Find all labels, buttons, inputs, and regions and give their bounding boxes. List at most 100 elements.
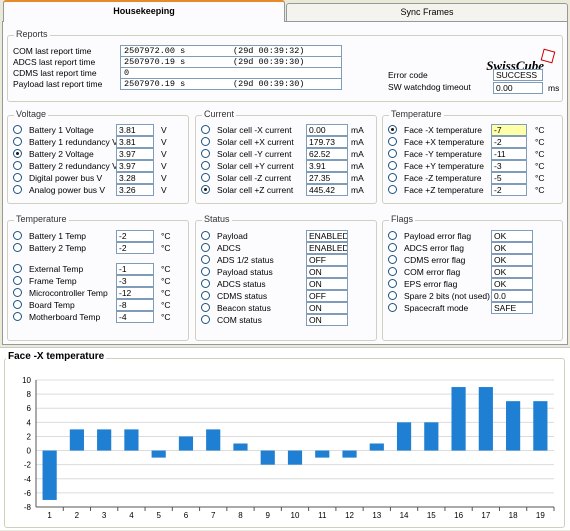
radio-button[interactable] (201, 303, 210, 312)
voltage-row[interactable]: Battery 2 redundancy V 3.97 V (8, 160, 188, 172)
radio-button[interactable] (388, 173, 397, 182)
radio-button[interactable] (201, 315, 210, 324)
value-field[interactable]: OK (491, 230, 533, 242)
radio-button[interactable] (388, 267, 397, 276)
temperature-faces-row[interactable]: Face +Z temperature -2 °C (383, 184, 562, 196)
value-field[interactable]: ENABLED (306, 242, 348, 254)
value-field[interactable]: 62.52 (306, 148, 348, 160)
radio-button[interactable] (13, 137, 22, 146)
value-field[interactable]: 3.97 (116, 148, 154, 160)
value-field[interactable]: -1 (116, 263, 154, 275)
value-field[interactable]: -7 (491, 124, 527, 136)
status-row[interactable]: Payload ENABLED (196, 230, 376, 242)
temperature-internal-row[interactable]: Battery 1 Temp -2 °C (8, 230, 188, 242)
value-field[interactable]: -2 (116, 242, 154, 254)
value-field[interactable]: ON (306, 278, 348, 290)
voltage-row[interactable]: Battery 1 Voltage 3.81 V (8, 124, 188, 136)
radio-button[interactable] (201, 291, 210, 300)
value-field[interactable]: OFF (306, 254, 348, 266)
watchdog-field[interactable]: 0.00 (493, 82, 543, 94)
value-field[interactable]: -11 (491, 148, 527, 160)
value-field[interactable]: -2 (116, 230, 154, 242)
value-field[interactable]: 0.00 (306, 124, 348, 136)
error-code-field[interactable]: SUCCESS (493, 69, 543, 81)
value-field[interactable]: ON (306, 302, 348, 314)
temperature-internal-row[interactable]: Microcontroller Temp -12 °C (8, 287, 188, 299)
radio-button[interactable] (388, 303, 397, 312)
value-field[interactable]: -4 (116, 311, 154, 323)
value-field[interactable]: 0.0 (491, 290, 533, 302)
value-field[interactable]: -3 (491, 160, 527, 172)
radio-button[interactable] (201, 161, 210, 170)
value-field[interactable]: ENABLED (306, 230, 348, 242)
radio-button[interactable] (13, 243, 22, 252)
radio-button[interactable] (388, 125, 397, 134)
radio-button[interactable] (13, 161, 22, 170)
radio-button[interactable] (201, 267, 210, 276)
status-row[interactable]: Beacon status ON (196, 302, 376, 314)
radio-button[interactable] (388, 255, 397, 264)
value-field[interactable]: OK (491, 266, 533, 278)
voltage-row[interactable]: Analog power bus V 3.26 V (8, 184, 188, 196)
radio-button[interactable] (388, 231, 397, 240)
value-field[interactable]: ON (306, 266, 348, 278)
radio-button[interactable] (13, 288, 22, 297)
voltage-row[interactable]: Battery 1 redundancy V 3.81 V (8, 136, 188, 148)
current-row[interactable]: Solar cell -X current 0.00 mA (196, 124, 376, 136)
flags-row[interactable]: Spacecraft mode SAFE (383, 302, 562, 314)
status-row[interactable]: ADCS status ON (196, 278, 376, 290)
flags-row[interactable]: COM error flag OK (383, 266, 562, 278)
status-row[interactable]: Payload status ON (196, 266, 376, 278)
value-field[interactable]: 3.91 (306, 160, 348, 172)
flags-row[interactable]: ADCS error flag OK (383, 242, 562, 254)
flags-row[interactable]: CDMS error flag OK (383, 254, 562, 266)
value-field[interactable]: -12 (116, 287, 154, 299)
current-row[interactable]: Solar cell -Y current 62.52 mA (196, 148, 376, 160)
status-row[interactable]: ADCS ENABLED (196, 242, 376, 254)
current-row[interactable]: Solar cell -Z current 27.35 mA (196, 172, 376, 184)
value-field[interactable]: -2 (491, 184, 527, 196)
status-row[interactable]: CDMS status OFF (196, 290, 376, 302)
value-field[interactable]: OK (491, 254, 533, 266)
temperature-faces-row[interactable]: Face +Y temperature -3 °C (383, 160, 562, 172)
radio-button[interactable] (201, 231, 210, 240)
radio-button[interactable] (201, 255, 210, 264)
radio-button[interactable] (13, 300, 22, 309)
current-row[interactable]: Solar cell +Z current 445.42 mA (196, 184, 376, 196)
radio-button[interactable] (201, 173, 210, 182)
temperature-faces-row[interactable]: Face -X temperature -7 °C (383, 124, 562, 136)
voltage-row[interactable]: Digital power bus V 3.28 V (8, 172, 188, 184)
value-field[interactable]: ON (306, 314, 348, 326)
temperature-faces-row[interactable]: Face -Z temperature -5 °C (383, 172, 562, 184)
tab-sync-frames[interactable]: Sync Frames (286, 3, 568, 22)
radio-button[interactable] (388, 161, 397, 170)
current-row[interactable]: Solar cell +Y current 3.91 mA (196, 160, 376, 172)
value-field[interactable]: 3.81 (116, 124, 154, 136)
flags-row[interactable]: EPS error flag OK (383, 278, 562, 290)
radio-button[interactable] (13, 264, 22, 273)
radio-button[interactable] (13, 173, 22, 182)
status-row[interactable]: ADS 1/2 status OFF (196, 254, 376, 266)
temperature-faces-row[interactable]: Face +X temperature -2 °C (383, 136, 562, 148)
radio-button[interactable] (388, 279, 397, 288)
temperature-internal-row[interactable]: Frame Temp -3 °C (8, 275, 188, 287)
temperature-internal-row[interactable]: Motherboard Temp -4 °C (8, 311, 188, 323)
tab-housekeeping[interactable]: Housekeeping (3, 0, 285, 22)
temperature-internal-row[interactable]: External Temp -1 °C (8, 263, 188, 275)
value-field[interactable]: 445.42 (306, 184, 348, 196)
radio-button[interactable] (388, 149, 397, 158)
temperature-internal-row[interactable]: Battery 2 Temp -2 °C (8, 242, 188, 254)
temperature-internal-row[interactable]: Board Temp -8 °C (8, 299, 188, 311)
radio-button[interactable] (13, 312, 22, 321)
radio-button[interactable] (13, 276, 22, 285)
radio-button[interactable] (388, 185, 397, 194)
radio-button[interactable] (201, 149, 210, 158)
value-field[interactable]: OFF (306, 290, 348, 302)
radio-button[interactable] (13, 231, 22, 240)
value-field[interactable]: 3.28 (116, 172, 154, 184)
radio-button[interactable] (201, 279, 210, 288)
radio-button[interactable] (388, 243, 397, 252)
radio-button[interactable] (13, 185, 22, 194)
status-row[interactable]: COM status ON (196, 314, 376, 326)
radio-button[interactable] (201, 243, 210, 252)
